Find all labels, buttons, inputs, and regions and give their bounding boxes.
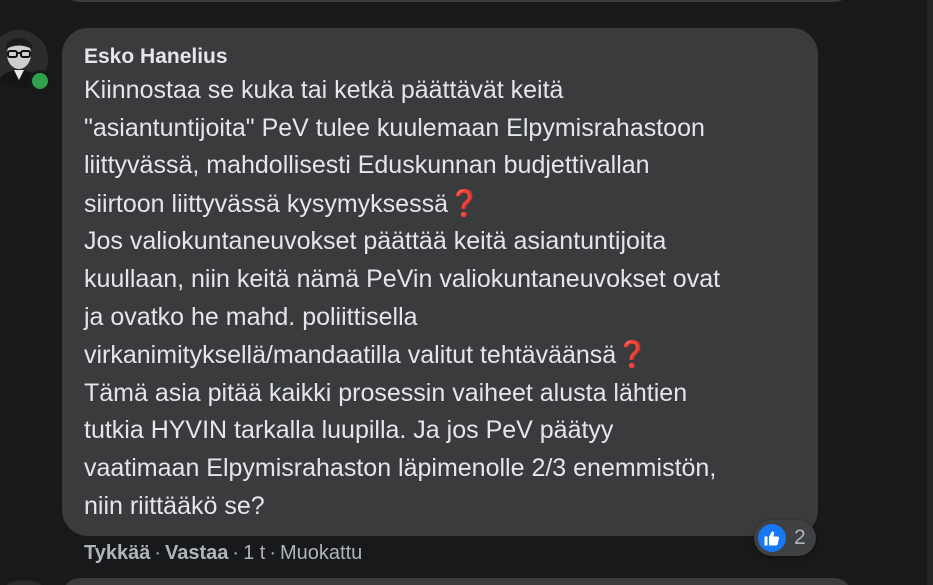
red-question-mark-icon: ❓ — [616, 339, 649, 370]
comment-line: Kiinnostaa se kuka tai ketkä päättävät k… — [84, 76, 564, 104]
online-status-dot — [29, 70, 51, 92]
comment-line-text: virkanimityksellä/mandaatilla valitut te… — [84, 341, 617, 370]
scrollbar-track[interactable] — [927, 0, 933, 585]
comment-line: niin riittääkö se? — [84, 491, 265, 520]
comment-line: "asiantuntijoita" PeV tulee kuulemaan El… — [84, 113, 705, 142]
comment-line: liittyvässä, mahdollisesti Eduskunnan bu… — [84, 151, 650, 180]
comment-line: Jos valiokuntaneuvokset päättää keitä as… — [84, 227, 667, 256]
comment-thread: Esko Hanelius Kiinnostaa se kuka tai ket… — [0, 0, 933, 585]
comment-line: tutkia HYVIN tarkalla luupilla. Ja jos P… — [84, 416, 614, 445]
comment-author[interactable]: Esko Hanelius — [84, 45, 228, 69]
reaction-summary[interactable]: 2 — [754, 520, 816, 556]
next-comment-avatar[interactable] — [4, 580, 44, 585]
thumbs-up-icon — [764, 531, 780, 546]
comment-line-text: siirtoon liittyvässä kysymyksessä — [84, 189, 448, 218]
like-icon — [758, 524, 786, 552]
separator: · — [269, 542, 277, 564]
comment-line-with-emoji: virkanimityksellä/mandaatilla valitut te… — [84, 336, 814, 375]
comment-line: kuullaan, niin keitä nämä PeVin valiokun… — [84, 264, 721, 293]
next-comment-bubble-edge — [62, 578, 852, 585]
separator: · — [232, 542, 240, 564]
reaction-count: 2 — [794, 526, 806, 549]
comment-line: vaatimaan Elpymisrahaston läpimenolle 2/… — [84, 453, 717, 482]
comment-line: Tämä asia pitää kaikki prosessin vaiheet… — [84, 378, 688, 407]
separator: · — [154, 542, 162, 564]
red-question-mark-icon: ❓ — [447, 187, 481, 218]
avatar[interactable] — [0, 30, 51, 92]
comment-timestamp[interactable]: 1 t — [243, 542, 265, 564]
like-link[interactable]: Tykkää — [84, 542, 150, 564]
comment-actions: Tykkää · Vastaa · 1 t · Muokattu — [84, 542, 362, 565]
edited-label[interactable]: Muokattu — [280, 542, 362, 564]
comment-line-with-emoji: siirtoon liittyvässä kysymyksessä❓ — [84, 185, 814, 224]
previous-comment-bubble-edge — [62, 0, 852, 2]
comment-line: ja ovatko he mahd. poliittisella — [84, 302, 418, 331]
comment-text: Kiinnostaa se kuka tai ketkä päättävät k… — [84, 72, 814, 525]
comment-bubble: Esko Hanelius Kiinnostaa se kuka tai ket… — [62, 28, 818, 536]
reply-link[interactable]: Vastaa — [165, 542, 228, 564]
